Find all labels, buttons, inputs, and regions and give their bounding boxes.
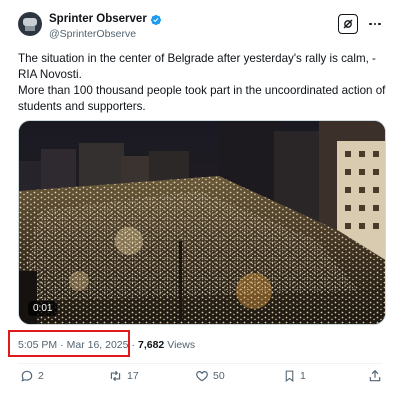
bookmark-count: 1 [300,370,306,382]
share-icon [369,369,381,382]
repost-count: 17 [127,370,139,382]
meta-separator-2: · [131,339,135,351]
like-button[interactable]: 50 [195,369,225,383]
tweet-text-line-2: More than 100 thousand people took part … [18,84,386,113]
tweet-header: Sprinter Observer @SprinterObserve [18,12,382,42]
avatar-figure-head [23,18,37,26]
repost-icon [110,370,121,382]
views-count: 7,682 [137,339,165,351]
like-count: 50 [213,370,225,382]
avatar-figure-body [25,26,35,31]
post-date[interactable]: Mar 16, 2025 [67,339,129,351]
tweet-meta: 5:05 PM · Mar 16, 2025 · 7,682 Views [18,339,195,351]
reply-icon [21,370,33,382]
name-row: Sprinter Observer [49,13,162,26]
display-name[interactable]: Sprinter Observer [49,13,147,25]
views-label: Views [167,339,196,351]
bookmark-button[interactable]: 1 [283,369,306,383]
action-bar: 2 17 50 1 [18,369,382,391]
tweet-text-line-1: The situation in the center of Belgrade … [18,52,376,81]
repost-button[interactable]: 17 [108,369,139,383]
avatar[interactable] [18,12,42,36]
verified-badge-icon [150,13,162,26]
heart-icon [196,371,208,382]
tweet-text: The situation in the center of Belgrade … [18,51,390,115]
video-duration: 0:01 [28,301,58,316]
grok-icon[interactable] [338,14,358,34]
share-button[interactable] [368,369,382,383]
reply-count: 2 [38,370,44,382]
more-options-icon[interactable] [368,17,382,31]
handle[interactable]: @SprinterObserve [49,28,136,40]
reply-button[interactable]: 2 [20,369,44,383]
video-frame [19,121,385,324]
post-time[interactable]: 5:05 PM [18,339,57,351]
divider [18,363,382,364]
bookmark-icon [285,370,294,382]
video-player[interactable]: 0:01 [18,120,386,325]
meta-separator: · [60,339,64,351]
